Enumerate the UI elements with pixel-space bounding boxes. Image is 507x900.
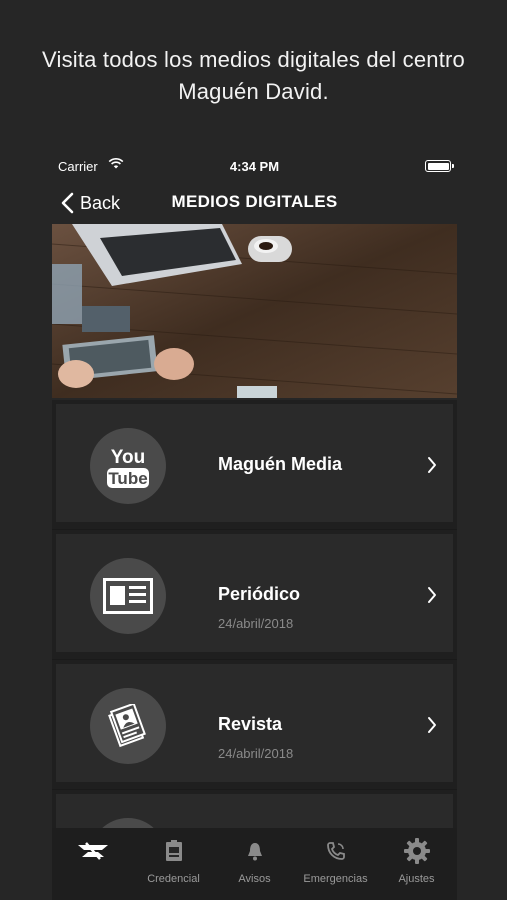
page-title: MEDIOS DIGITALES <box>171 192 338 211</box>
battery-icon <box>425 160 454 172</box>
newspaper-icon <box>90 558 166 634</box>
desk-photo-illustration <box>52 224 457 398</box>
id-card-icon <box>165 840 182 861</box>
tab-avisos[interactable]: Avisos <box>215 838 295 885</box>
list-item-revista[interactable]: Revista 24/abril/2018 <box>52 660 457 790</box>
magazine-icon <box>90 688 166 764</box>
tab-credencial[interactable]: Credencial <box>134 838 214 885</box>
item-title: Maguén Media <box>218 454 343 474</box>
tab-label: Avisos <box>238 873 271 885</box>
youtube-logo-text-tube: Tube <box>108 469 147 488</box>
phone-icon <box>326 842 345 860</box>
status-bar: Carrier 4:34 PM <box>52 150 457 182</box>
clock: 4:34 PM <box>229 159 280 174</box>
tab-label: Credencial <box>147 873 200 885</box>
item-title: Periódico <box>218 584 301 604</box>
item-date: 24/abril/2018 <box>218 616 294 631</box>
list-item-periodico[interactable]: Periódico 24/abril/2018 <box>52 530 457 660</box>
phone-screen: Carrier 4:34 PM Back MEDIOS DIGITALES Yo… <box>52 150 457 900</box>
item-date: 24/abril/2018 <box>218 746 294 761</box>
screenshot-caption: Visita todos los medios digitales del ce… <box>42 47 465 104</box>
item-title: Revista <box>218 714 283 734</box>
hero-image <box>52 224 457 398</box>
chevron-right-icon <box>428 457 436 473</box>
list-item-maguen-media[interactable]: You Tube Maguén Media <box>52 400 457 530</box>
chevron-right-icon <box>428 587 436 603</box>
tab-label: Emergencias <box>303 873 368 885</box>
tab-ajustes[interactable]: Ajustes <box>377 838 457 885</box>
youtube-icon: You Tube <box>90 428 166 504</box>
tab-emergencias[interactable]: Emergencias <box>296 838 376 885</box>
tab-home[interactable] <box>53 838 133 873</box>
tab-label: Ajustes <box>398 873 435 885</box>
bell-icon <box>247 843 262 861</box>
youtube-logo-text-you: You <box>111 447 145 468</box>
tab-bar: Credencial Avisos Emergencias Ajustes <box>52 828 457 900</box>
logo-icon <box>77 842 108 860</box>
media-list: You Tube Maguén Media Periódico 24/abril… <box>52 400 457 900</box>
chevron-right-icon <box>428 717 436 733</box>
navigation-bar: Back MEDIOS DIGITALES <box>52 182 457 224</box>
gear-icon <box>403 838 430 864</box>
